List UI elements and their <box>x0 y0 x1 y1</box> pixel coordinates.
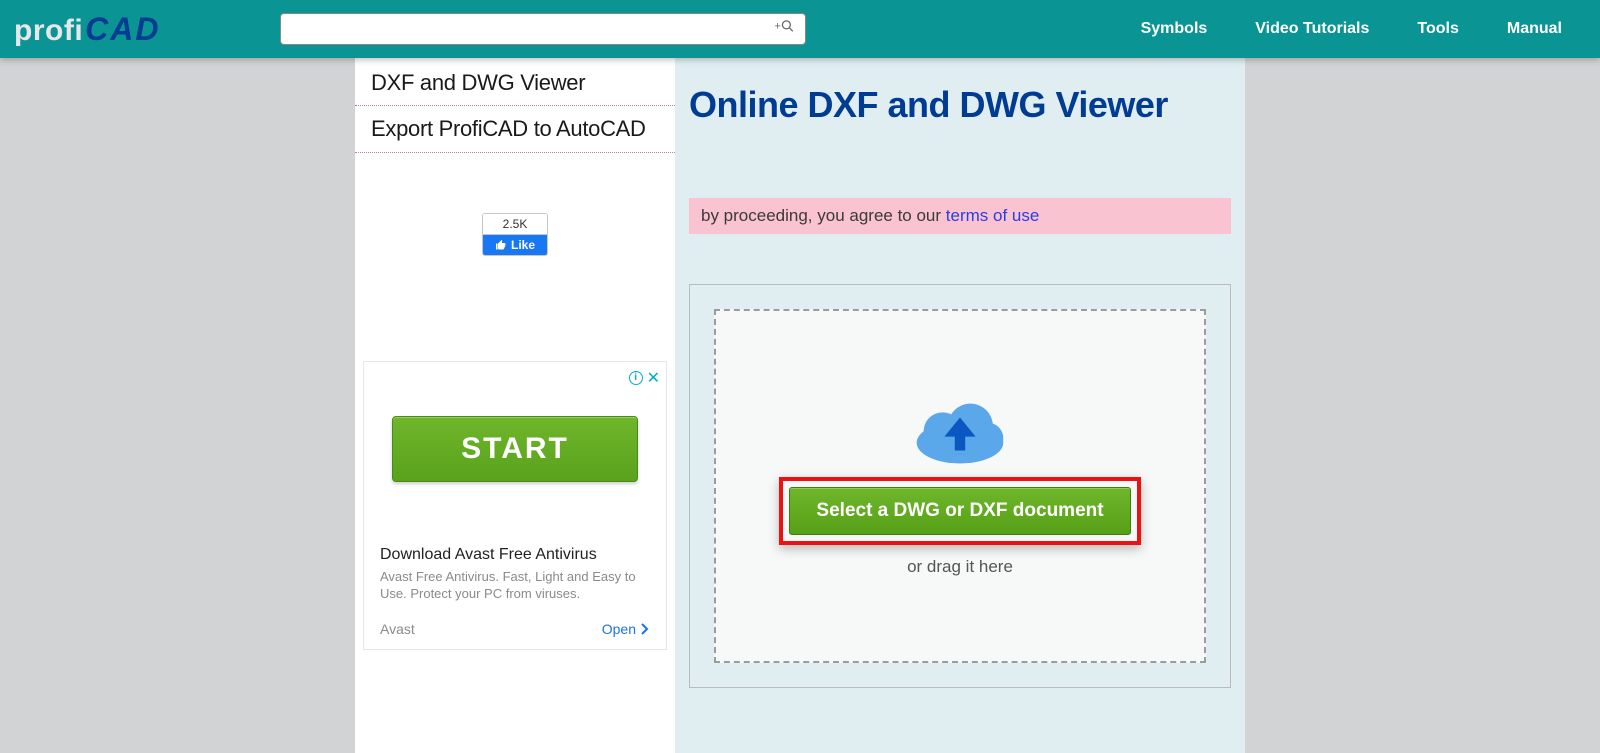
ad-open-link[interactable]: Open <box>602 621 650 637</box>
like-box: 2.5K Like <box>482 213 548 256</box>
terms-notice: by proceeding, you agree to our terms of… <box>689 198 1231 234</box>
ad-info-icon[interactable]: i <box>629 371 643 385</box>
ad-start-button[interactable]: START <box>392 416 638 482</box>
logo-text-cad: CAD <box>85 11 160 48</box>
ad-brand: Avast <box>380 621 415 637</box>
upload-dropzone[interactable]: Select a DWG or DXF document or drag it … <box>714 309 1206 663</box>
sidebar: DXF and DWG Viewer Export ProfiCAD to Au… <box>355 58 675 753</box>
like-button[interactable]: Like <box>483 235 547 255</box>
nav-tools[interactable]: Tools <box>1417 20 1458 38</box>
search-container: + <box>280 13 806 45</box>
page-title: Online DXF and DWG Viewer <box>689 84 1231 126</box>
chevron-right-icon <box>640 623 650 635</box>
ad-close-icon[interactable]: ✕ <box>647 368 660 388</box>
main-content: Online DXF and DWG Viewer by proceeding,… <box>675 58 1245 753</box>
like-count: 2.5K <box>483 214 547 235</box>
facebook-like-widget: 2.5K Like <box>355 213 675 261</box>
logo-text-profi: profi <box>14 14 83 48</box>
notice-prefix: by proceeding, you agree to our <box>701 206 946 225</box>
ad-open-label: Open <box>602 621 636 637</box>
main-nav: Symbols Video Tutorials Tools Manual <box>1141 20 1586 38</box>
ad-description: Avast Free Antivirus. Fast, Light and Ea… <box>380 568 650 603</box>
nav-video-tutorials[interactable]: Video Tutorials <box>1255 20 1369 38</box>
terms-link[interactable]: terms of use <box>946 206 1040 225</box>
ad-badges: i ✕ <box>629 368 660 388</box>
header: profi CAD + Symbols Video Tutorials Tool… <box>0 0 1600 58</box>
sidebar-item-export[interactable]: Export ProfiCAD to AutoCAD <box>355 106 675 152</box>
ad-title: Download Avast Free Antivirus <box>380 546 650 564</box>
select-document-button[interactable]: Select a DWG or DXF document <box>789 487 1130 535</box>
sidebar-item-viewer[interactable]: DXF and DWG Viewer <box>355 60 675 106</box>
select-button-highlight: Select a DWG or DXF document <box>779 477 1140 545</box>
ad-card: i ✕ START Download Avast Free Antivirus … <box>363 361 667 650</box>
ad-body: Download Avast Free Antivirus Avast Free… <box>364 482 666 637</box>
logo[interactable]: profi CAD <box>14 11 160 48</box>
upload-panel: Select a DWG or DXF document or drag it … <box>689 284 1231 688</box>
search-input[interactable] <box>280 13 806 45</box>
nav-symbols[interactable]: Symbols <box>1141 20 1208 38</box>
cloud-upload-icon <box>908 395 1012 463</box>
page-body: DXF and DWG Viewer Export ProfiCAD to Au… <box>0 58 1600 753</box>
thumbs-up-icon <box>495 239 507 251</box>
ad-footer-row: Avast Open <box>380 621 650 637</box>
nav-manual[interactable]: Manual <box>1507 20 1562 38</box>
like-label: Like <box>511 238 535 252</box>
content-container: DXF and DWG Viewer Export ProfiCAD to Au… <box>355 58 1245 753</box>
drag-hint: or drag it here <box>907 557 1013 577</box>
